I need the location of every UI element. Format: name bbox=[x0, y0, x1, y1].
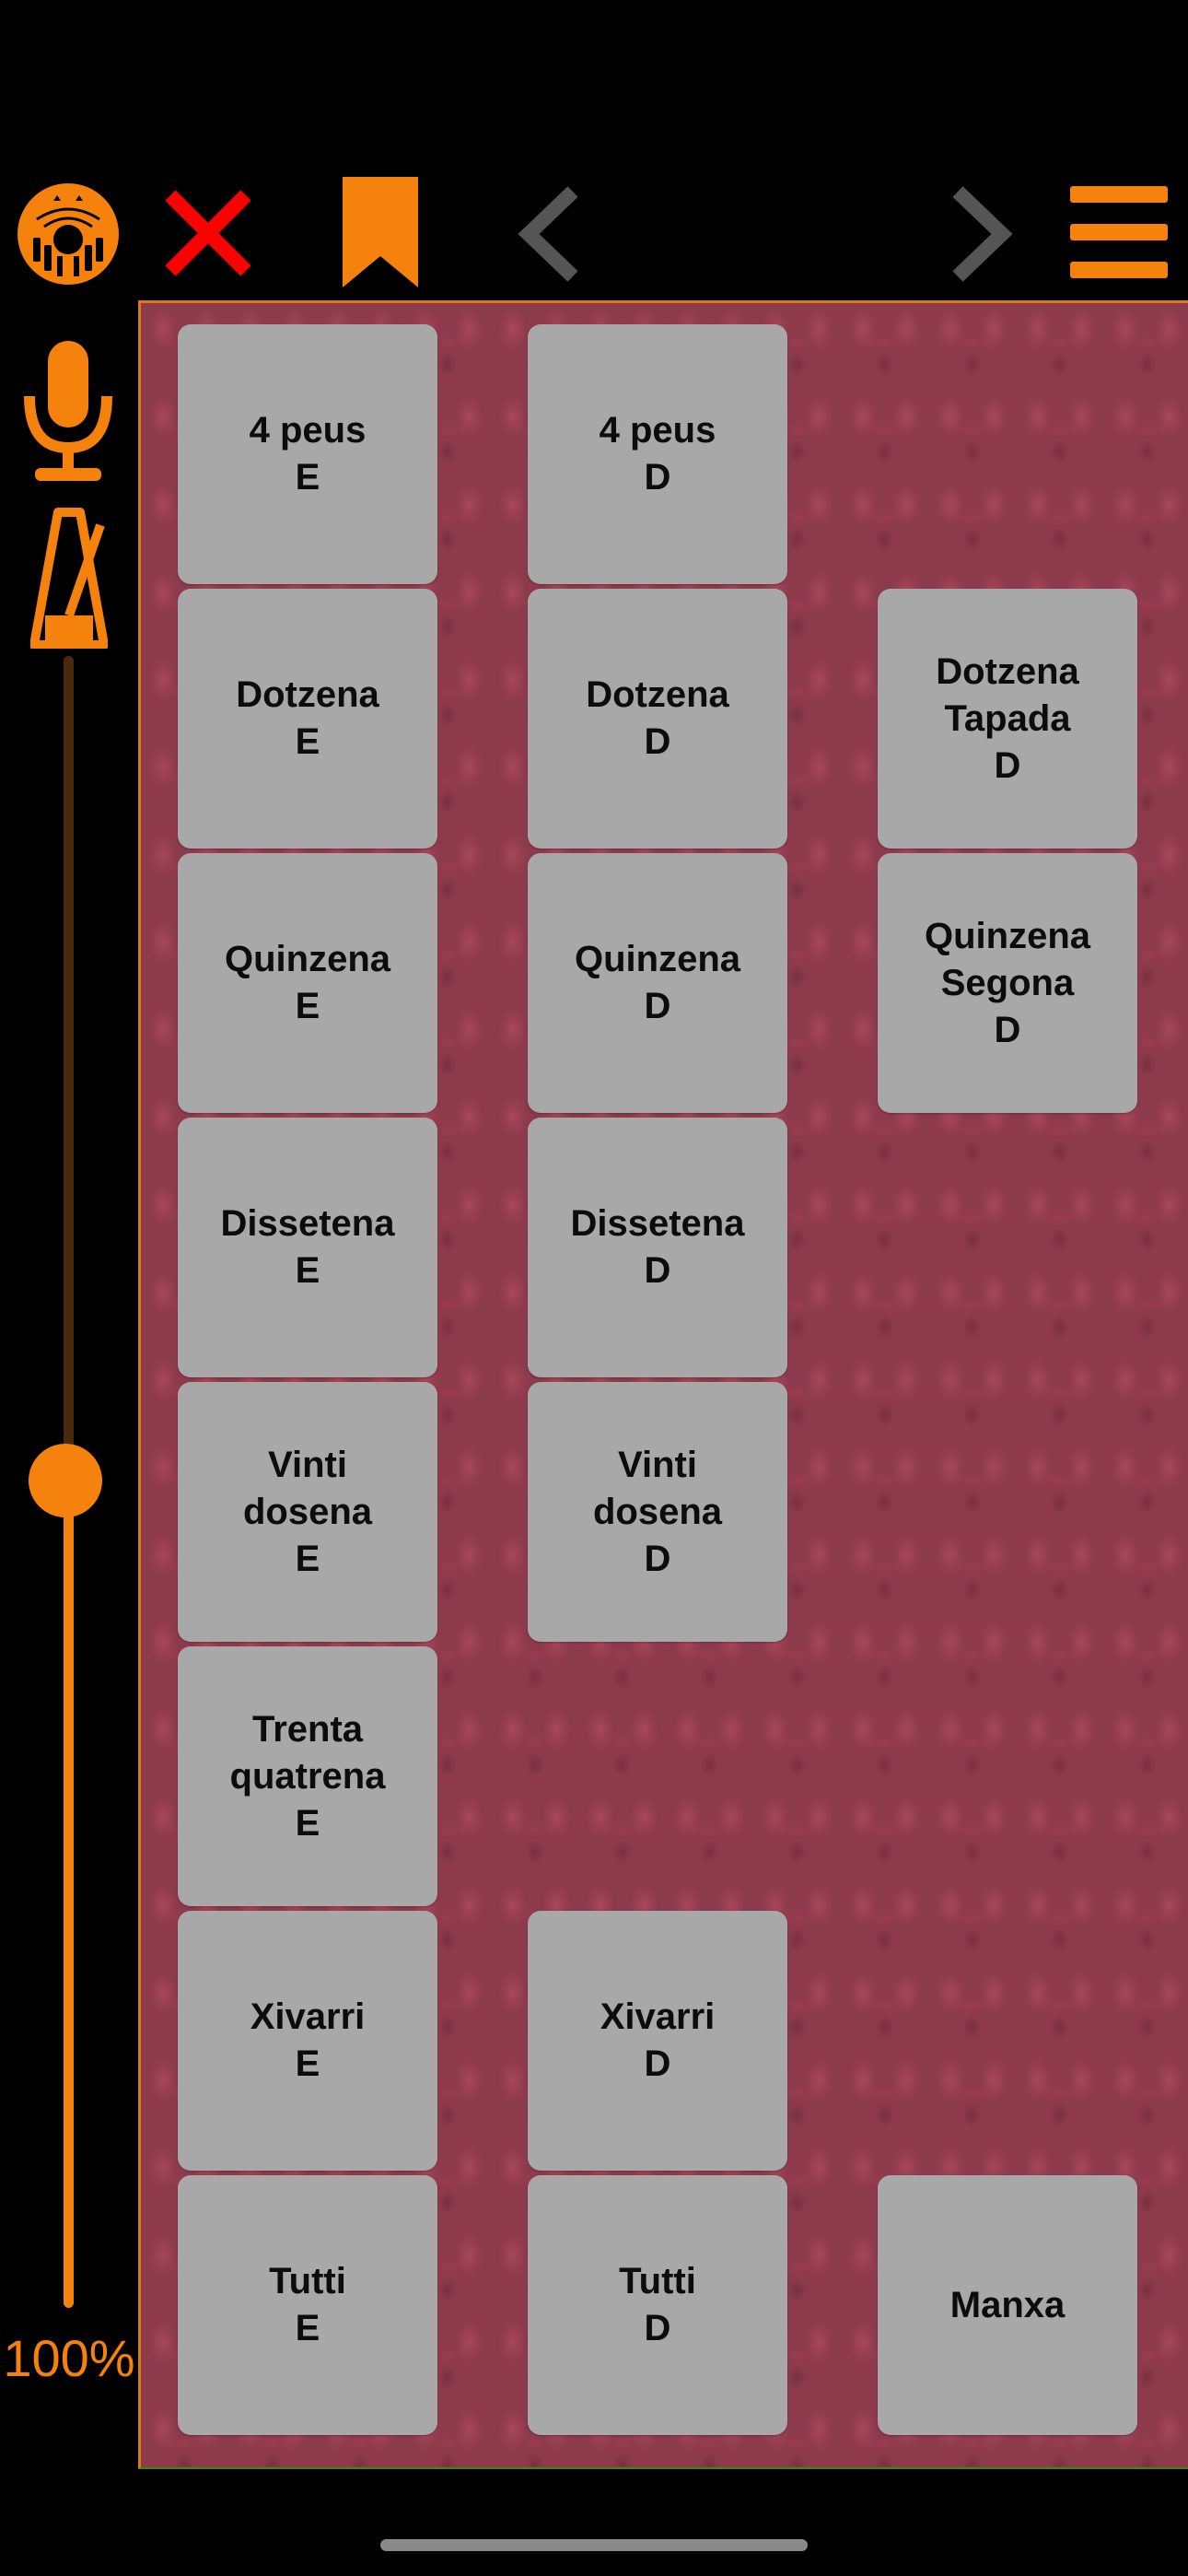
microphone-icon[interactable] bbox=[17, 341, 120, 483]
volume-slider-fill[interactable] bbox=[64, 1481, 74, 2308]
home-indicator bbox=[380, 2539, 808, 2551]
stop-button-quinzena-segona-d[interactable]: Quinzena Segona D bbox=[878, 853, 1137, 1113]
organ-logo-icon[interactable] bbox=[17, 182, 120, 286]
stop-button-dissetena-d[interactable]: Dissetena D bbox=[528, 1118, 787, 1377]
metronome-icon[interactable] bbox=[30, 507, 108, 649]
stop-button-dotzena-tapada-d[interactable]: Dotzena Tapada D bbox=[878, 589, 1137, 849]
stop-button-vinti-dosena-e[interactable]: Vinti dosena E bbox=[178, 1382, 437, 1642]
stop-button-xivarri-e[interactable]: Xivarri E bbox=[178, 1911, 437, 2171]
stop-button-quinzena-d[interactable]: Quinzena D bbox=[528, 853, 787, 1113]
menu-icon[interactable] bbox=[1070, 186, 1168, 278]
stop-button-dissetena-e[interactable]: Dissetena E bbox=[178, 1118, 437, 1377]
chevron-right-icon[interactable] bbox=[949, 184, 1015, 284]
stop-button-xivarri-d[interactable]: Xivarri D bbox=[528, 1911, 787, 2171]
stop-button-quinzena-e[interactable]: Quinzena E bbox=[178, 853, 437, 1113]
volume-slider-track[interactable] bbox=[64, 656, 74, 1481]
close-icon[interactable] bbox=[161, 186, 255, 280]
stop-button-tutti-e[interactable]: Tutti E bbox=[178, 2175, 437, 2435]
chevron-left-icon[interactable] bbox=[516, 184, 582, 284]
stop-button-dotzena-d[interactable]: Dotzena D bbox=[528, 589, 787, 849]
stop-button-manxa[interactable]: Manxa bbox=[878, 2175, 1137, 2435]
volume-slider-thumb[interactable] bbox=[29, 1444, 102, 1517]
stop-button-trenta-quatrena-e[interactable]: Trenta quatrena E bbox=[178, 1646, 437, 1906]
volume-percentage: 100% bbox=[3, 2329, 135, 2387]
stop-button-4-peus-e[interactable]: 4 peus E bbox=[178, 324, 437, 584]
stop-button-tutti-d[interactable]: Tutti D bbox=[528, 2175, 787, 2435]
stop-button-dotzena-e[interactable]: Dotzena E bbox=[178, 589, 437, 849]
stop-button-4-peus-d[interactable]: 4 peus D bbox=[528, 324, 787, 584]
toolbar bbox=[0, 166, 1188, 302]
stop-button-vinti-dosena-d[interactable]: Vinti dosena D bbox=[528, 1382, 787, 1642]
stops-panel: 4 peus E Dotzena E Quinzena E Dissetena … bbox=[138, 300, 1188, 2469]
bookmark-icon[interactable] bbox=[343, 177, 418, 287]
